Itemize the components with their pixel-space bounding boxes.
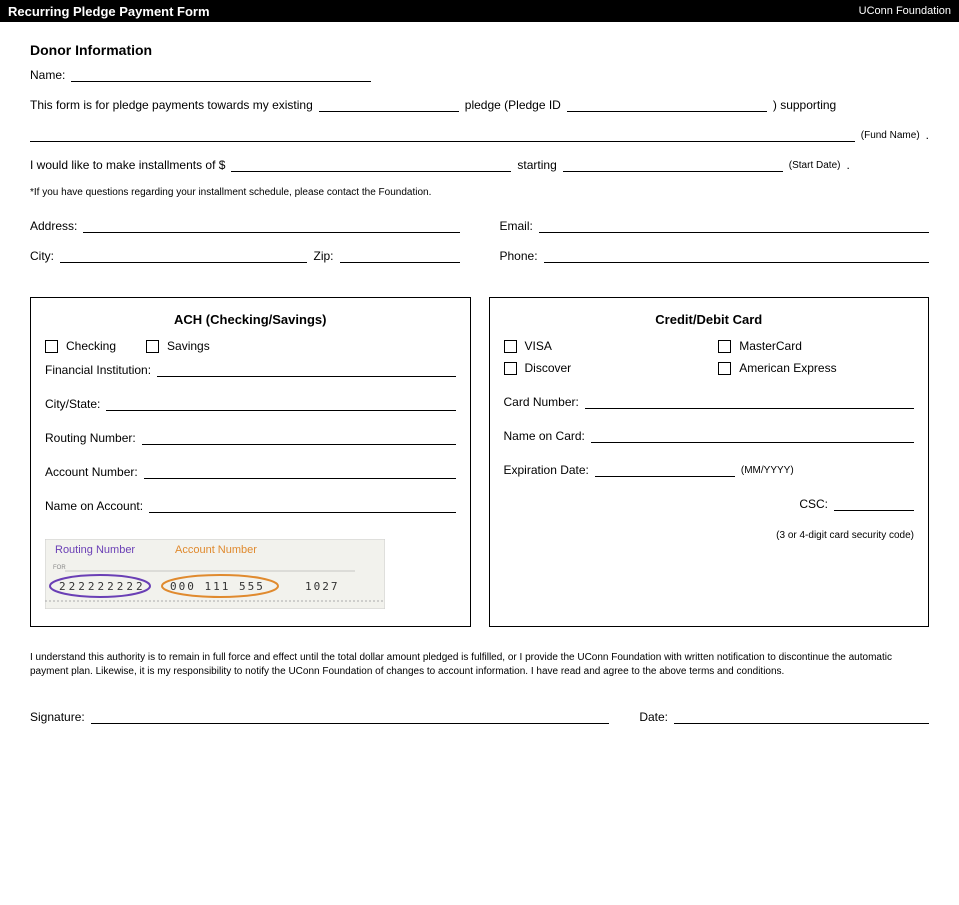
email-input[interactable] [539,217,929,233]
nameacct-label: Name on Account: [45,499,143,513]
phone-input[interactable] [544,247,929,263]
amex-label: American Express [739,361,836,375]
header-subtitle: UConn Foundation [859,5,951,17]
img-account-digits: 000 111 555 [170,580,265,593]
installment-amount-input[interactable] [231,156,511,172]
visa-label: VISA [525,339,552,353]
checking-label: Checking [66,339,116,353]
start-date-hint: (Start Date) [789,159,841,172]
pledge-id-label: pledge (Pledge ID [465,98,561,112]
exp-hint: (MM/YYYY) [741,464,794,477]
routing-label: Routing Number: [45,431,136,445]
period: . [926,128,929,142]
start-date-input[interactable] [563,156,783,172]
check-example-image: Routing Number Account Number FOR 222222… [45,539,385,609]
consent-text: I understand this authority is to remain… [30,651,929,678]
name-input[interactable] [71,66,371,82]
zip-label: Zip: [313,249,333,263]
fund-name-input[interactable] [30,126,855,142]
savings-checkbox[interactable] [146,340,159,353]
nameacct-input[interactable] [149,497,455,513]
header-title: Recurring Pledge Payment Form [8,4,210,19]
exp-input[interactable] [595,461,735,477]
cardnum-label: Card Number: [504,395,579,409]
email-label: Email: [500,219,533,233]
checking-checkbox[interactable] [45,340,58,353]
form-body: Donor Information Name: This form is for… [0,22,959,744]
img-routing-label: Routing Number [55,544,135,556]
img-check-no: 1027 [305,580,340,593]
name-label: Name: [30,68,65,82]
csc-label: CSC: [799,497,828,511]
savings-label: Savings [167,339,210,353]
period-2: . [846,158,849,172]
account-label: Account Number: [45,465,138,479]
gift-text-2: starting [517,158,556,172]
ach-panel: ACH (Checking/Savings) Checking Savings … [30,297,471,627]
pledge-amount-input[interactable] [319,96,459,112]
date-label: Date: [639,710,668,724]
header-bar: Recurring Pledge Payment Form UConn Foun… [0,0,959,22]
installment-note: *If you have questions regarding your in… [30,186,929,199]
ach-title: ACH (Checking/Savings) [45,312,456,327]
mastercard-checkbox[interactable] [718,340,731,353]
cardname-input[interactable] [591,427,914,443]
signature-input[interactable] [91,708,610,724]
citystate-input[interactable] [106,395,455,411]
cardname-label: Name on Card: [504,429,585,443]
account-input[interactable] [144,463,456,479]
card-title: Credit/Debit Card [504,312,915,327]
card-panel: Credit/Debit Card VISA MasterCard Discov… [489,297,930,627]
address-label: Address: [30,219,77,233]
csc-input[interactable] [834,495,914,511]
exp-label: Expiration Date: [504,463,589,477]
date-input[interactable] [674,708,929,724]
fund-name-hint: (Fund Name) [861,129,920,142]
amex-checkbox[interactable] [718,362,731,375]
gift-text-1: I would like to make installments of $ [30,158,225,172]
fi-input[interactable] [157,361,455,377]
pledge-id-input[interactable] [567,96,767,112]
city-input[interactable] [60,247,307,263]
address-input[interactable] [83,217,459,233]
fi-label: Financial Institution: [45,363,151,377]
img-for-label: FOR [53,565,66,571]
visa-checkbox[interactable] [504,340,517,353]
img-account-label: Account Number [175,544,257,556]
cardnum-input[interactable] [585,393,914,409]
csc-note: (3 or 4-digit card security code) [504,529,915,542]
routing-input[interactable] [142,429,456,445]
donor-heading: Donor Information [30,42,929,58]
phone-label: Phone: [500,249,538,263]
discover-checkbox[interactable] [504,362,517,375]
discover-label: Discover [525,361,572,375]
signature-label: Signature: [30,710,85,724]
citystate-label: City/State: [45,397,100,411]
pledge-text-1: This form is for pledge payments towards… [30,98,313,112]
city-label: City: [30,249,54,263]
pledge-text-2: ) supporting [773,98,836,112]
zip-input[interactable] [340,247,460,263]
mastercard-label: MasterCard [739,339,802,353]
img-routing-digits: 222222222 [59,580,146,593]
